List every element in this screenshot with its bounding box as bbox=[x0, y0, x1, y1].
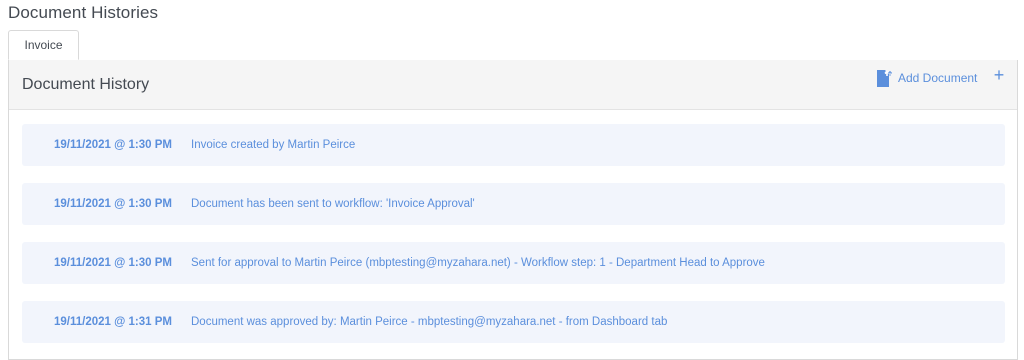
history-date: 19/11/2021 @ 1:30 PM bbox=[54, 139, 172, 151]
tab-invoice[interactable]: Invoice bbox=[8, 30, 79, 60]
history-entry: 19/11/2021 @ 1:30 PM Invoice created by … bbox=[22, 124, 1005, 166]
history-date: 19/11/2021 @ 1:31 PM bbox=[54, 316, 172, 328]
history-entry: 19/11/2021 @ 1:30 PM Document has been s… bbox=[22, 183, 1005, 225]
history-text: Document was approved by: Martin Peirce … bbox=[191, 316, 668, 328]
history-date: 19/11/2021 @ 1:30 PM bbox=[54, 198, 172, 210]
tab-strip: Invoice bbox=[8, 30, 1018, 61]
add-document-button[interactable]: Add Document bbox=[876, 69, 977, 87]
file-upload-icon bbox=[876, 69, 893, 87]
panel-header: Document History Add Document + bbox=[9, 60, 1017, 110]
history-text: Document has been sent to workflow: 'Inv… bbox=[191, 198, 475, 210]
document-history-panel: Document History Add Document + 19/11/20… bbox=[8, 60, 1018, 360]
add-plus-button[interactable]: + bbox=[991, 65, 1007, 85]
panel-title: Document History bbox=[22, 76, 150, 93]
page-title: Document Histories bbox=[8, 3, 159, 22]
add-document-label: Add Document bbox=[898, 71, 978, 85]
history-date: 19/11/2021 @ 1:30 PM bbox=[54, 257, 172, 269]
history-entry: 19/11/2021 @ 1:30 PM Sent for approval t… bbox=[22, 242, 1005, 284]
history-entry: 19/11/2021 @ 1:31 PM Document was approv… bbox=[22, 301, 1005, 343]
history-list: 19/11/2021 @ 1:30 PM Invoice created by … bbox=[22, 124, 1005, 360]
history-text: Sent for approval to Martin Peirce (mbpt… bbox=[191, 257, 765, 269]
history-text: Invoice created by Martin Peirce bbox=[191, 139, 356, 151]
